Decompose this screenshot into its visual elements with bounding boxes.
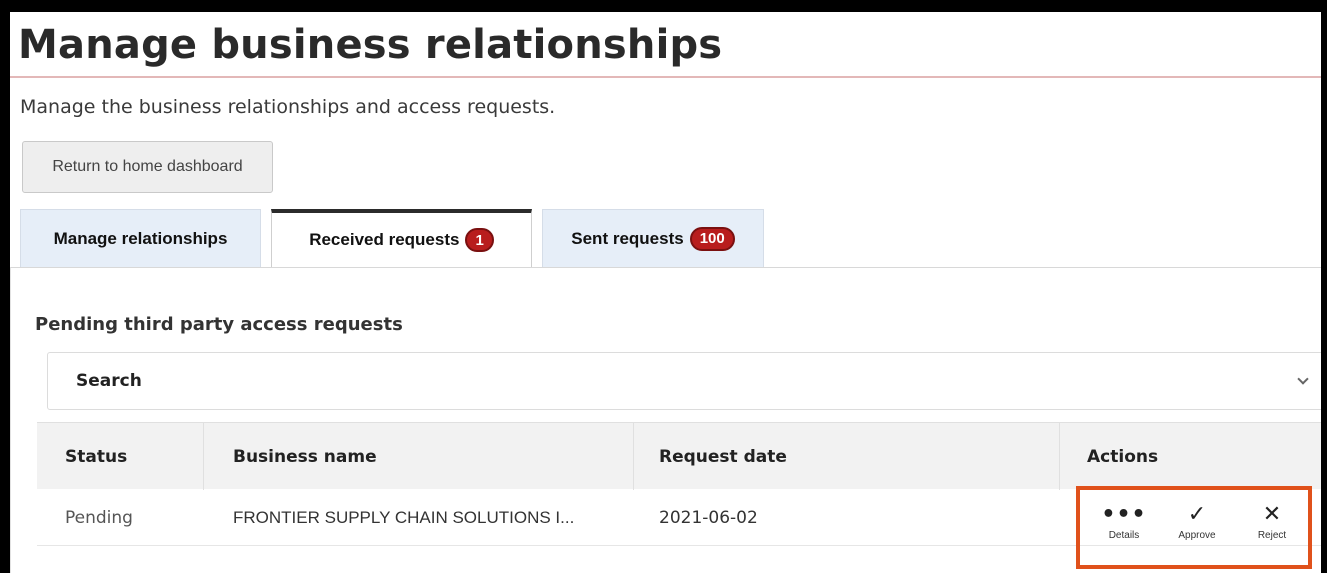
page-title: Manage business relationships bbox=[18, 22, 723, 68]
tab-sent-requests[interactable]: Sent requests 100 bbox=[542, 209, 764, 267]
column-divider bbox=[633, 423, 634, 490]
chevron-down-icon bbox=[1297, 373, 1309, 385]
sent-count-badge: 100 bbox=[689, 226, 735, 251]
tab-manage-relationships[interactable]: Manage relationships bbox=[20, 209, 261, 267]
table-header: Status Business name Request date Action… bbox=[37, 422, 1321, 490]
reject-label: Reject bbox=[1257, 530, 1287, 541]
section-heading: Pending third party access requests bbox=[35, 314, 403, 335]
approve-button[interactable]: ✓ Approve bbox=[1169, 502, 1225, 552]
tab-bar: Manage relationships Received requests 1… bbox=[20, 209, 1321, 267]
check-icon: ✓ bbox=[1187, 502, 1207, 527]
details-button[interactable]: ••• Details bbox=[1096, 502, 1152, 552]
cell-request-date: 2021-06-02 bbox=[659, 507, 758, 528]
return-home-button[interactable]: Return to home dashboard bbox=[22, 141, 273, 193]
column-header-request-date[interactable]: Request date bbox=[659, 423, 787, 490]
reject-button[interactable]: ✕ Reject bbox=[1244, 502, 1300, 552]
column-header-business-name[interactable]: Business name bbox=[233, 423, 377, 490]
search-label: Search bbox=[76, 371, 142, 391]
column-header-actions: Actions bbox=[1087, 446, 1159, 467]
column-divider bbox=[203, 423, 204, 490]
page-subtitle: Manage the business relationships and ac… bbox=[20, 96, 556, 118]
received-count-badge: 1 bbox=[465, 228, 494, 252]
cell-status: Pending bbox=[65, 507, 133, 528]
approve-label: Approve bbox=[1178, 530, 1216, 541]
column-divider bbox=[1059, 423, 1060, 490]
tab-label: Manage relationships bbox=[53, 228, 228, 248]
search-accordion[interactable]: Search bbox=[47, 352, 1321, 410]
close-icon: ✕ bbox=[1262, 502, 1282, 527]
page-container: Manage business relationships Manage the… bbox=[10, 12, 1321, 573]
tab-received-requests[interactable]: Received requests 1 bbox=[271, 209, 532, 267]
column-header-status[interactable]: Status bbox=[65, 423, 127, 490]
more-icon: ••• bbox=[1101, 502, 1147, 527]
title-divider bbox=[10, 76, 1321, 78]
tab-label: Sent requests bbox=[571, 228, 684, 248]
tab-label: Received requests bbox=[309, 230, 460, 249]
cell-business-name: FRONTIER SUPPLY CHAIN SOLUTIONS I... bbox=[233, 507, 575, 527]
details-label: Details bbox=[1108, 530, 1140, 541]
